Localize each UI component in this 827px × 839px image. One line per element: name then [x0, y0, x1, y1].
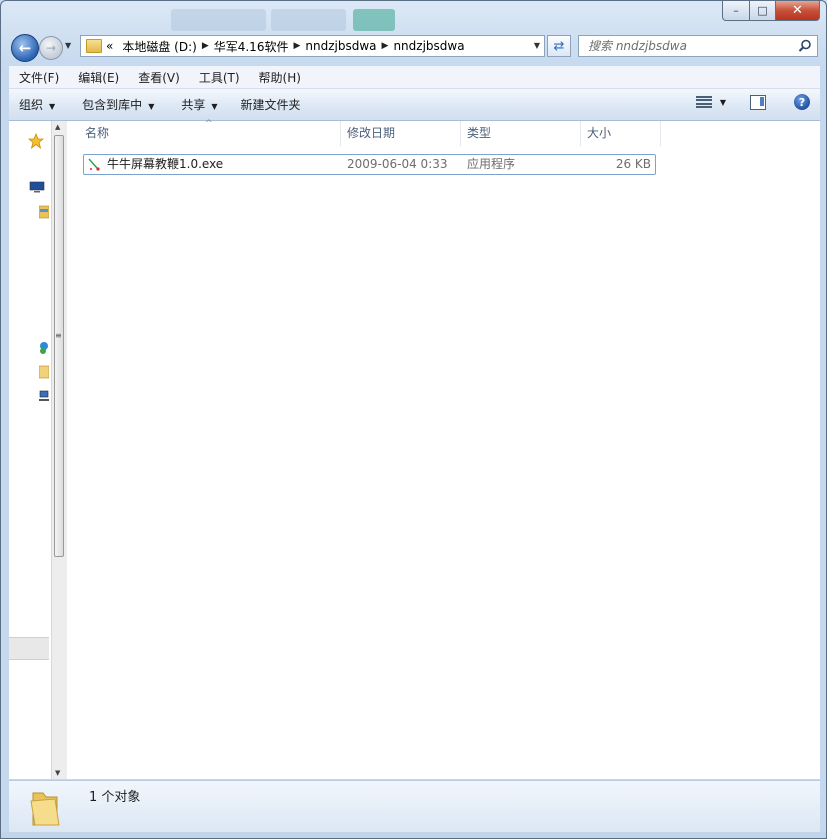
window-bottom-edge: [1, 832, 826, 838]
folder-large-icon: [30, 792, 60, 826]
search-box[interactable]: [578, 35, 818, 57]
column-header-modified[interactable]: 修改日期: [341, 121, 461, 146]
column-header-size[interactable]: 大小: [581, 121, 661, 146]
details-view-icon: [695, 96, 712, 108]
title-bar[interactable]: – □ ✕: [1, 1, 826, 31]
breadcrumb-folder-3[interactable]: nndzjbsdwa: [388, 39, 469, 53]
chevron-down-icon: ▼: [49, 102, 56, 111]
change-view-button[interactable]: ▼: [695, 96, 726, 108]
breadcrumb-drive[interactable]: 本地磁盘 (D:): [117, 38, 201, 55]
chevron-down-icon: ▼: [148, 102, 155, 111]
scroll-up-icon[interactable]: ▲: [55, 123, 60, 131]
navigation-scrollbar[interactable]: ▲ ≡ ▼: [51, 121, 67, 779]
chevron-right-icon[interactable]: ▶: [202, 41, 209, 51]
column-header-type[interactable]: 类型: [461, 121, 581, 146]
recent-pages-dropdown[interactable]: ▼: [65, 41, 71, 50]
favorites-star-icon[interactable]: [28, 133, 44, 149]
details-pane: 1 个对象: [9, 780, 820, 833]
breadcrumb-overflow[interactable]: «: [106, 39, 117, 53]
taskbar-ghost: [171, 9, 266, 31]
menu-file[interactable]: 文件(F): [9, 69, 68, 86]
include-in-library-button[interactable]: 包含到库中 ▼: [72, 96, 163, 113]
organize-button[interactable]: 组织 ▼: [9, 96, 64, 113]
search-input[interactable]: [586, 38, 790, 54]
forward-button[interactable]: →: [39, 36, 63, 60]
taskbar-ghost: [353, 9, 395, 31]
file-modified-date: 2009-06-04 0:33: [347, 157, 448, 171]
help-icon[interactable]: ?: [794, 94, 810, 110]
application-exe-icon: [88, 158, 100, 171]
search-icon[interactable]: [798, 39, 812, 53]
chevron-down-icon: ▼: [211, 102, 218, 111]
breadcrumb-folder-1[interactable]: 华军4.16软件: [209, 38, 294, 55]
new-folder-button[interactable]: 新建文件夹: [231, 96, 310, 113]
file-row[interactable]: 牛牛屏幕教鞭1.0.exe 2009-06-04 0:33 应用程序 26 KB: [83, 154, 656, 175]
minimize-button[interactable]: –: [722, 1, 750, 21]
item-count: 1 个对象: [89, 790, 141, 805]
navigation-pane-divider: [9, 637, 49, 660]
network-icon[interactable]: [39, 389, 49, 403]
include-library-label: 包含到库中: [82, 98, 143, 112]
menu-edit[interactable]: 编辑(E): [68, 69, 128, 86]
file-type: 应用程序: [467, 157, 516, 171]
chevron-right-icon[interactable]: ▶: [382, 41, 389, 51]
refresh-icon: ⇄: [553, 38, 565, 54]
share-button[interactable]: 共享 ▼: [171, 96, 226, 113]
chevron-down-icon[interactable]: ▼: [534, 41, 540, 50]
back-arrow-icon: ←: [18, 39, 32, 57]
explorer-window: – □ ✕ ← → ▼ « 本地磁盘 (D:) ▶ 华军4.16软件 ▶ nnd…: [0, 0, 827, 839]
share-label: 共享: [181, 98, 206, 112]
menu-help[interactable]: 帮助(H): [249, 69, 310, 86]
menu-tools[interactable]: 工具(T): [189, 69, 249, 86]
file-list-pane[interactable]: ^ 名称 修改日期 类型 大小 牛牛屏幕教鞭1.0.exe 2009-06-04…: [67, 119, 820, 779]
navigation-pane: [9, 121, 51, 779]
close-button[interactable]: ✕: [776, 1, 820, 21]
taskbar-ghost: [271, 9, 346, 31]
scroll-down-icon[interactable]: ▼: [55, 769, 60, 777]
preview-pane-icon[interactable]: [750, 94, 766, 110]
folder-icon: [86, 39, 102, 53]
menu-view[interactable]: 查看(V): [128, 69, 189, 86]
desktop-icon[interactable]: [29, 181, 45, 193]
column-header-name[interactable]: 名称: [79, 121, 341, 146]
forward-arrow-icon: →: [45, 41, 57, 55]
chevron-right-icon[interactable]: ▶: [293, 41, 300, 51]
command-bar: 组织 ▼ 包含到库中 ▼ 共享 ▼ 新建文件夹 ▼ ?: [9, 89, 820, 121]
breadcrumb-folder-2[interactable]: nndzjbsdwa: [300, 39, 381, 53]
file-size: 26 KB: [615, 157, 651, 171]
address-bar[interactable]: « 本地磁盘 (D:) ▶ 华军4.16软件 ▶ nndzjbsdwa ▶ nn…: [80, 35, 545, 57]
maximize-button[interactable]: □: [750, 1, 776, 21]
menu-bar: 文件(F) 编辑(E) 查看(V) 工具(T) 帮助(H): [9, 66, 820, 89]
libraries-icon[interactable]: [39, 205, 49, 219]
column-header-row: ^ 名称 修改日期 类型 大小: [67, 119, 661, 146]
computer-folder-icon[interactable]: [39, 365, 49, 379]
homegroup-icon[interactable]: [39, 341, 49, 355]
navigation-bar: ← → ▼ « 本地磁盘 (D:) ▶ 华军4.16软件 ▶ nndzjbsdw…: [1, 31, 826, 63]
back-button[interactable]: ←: [11, 34, 39, 62]
chevron-down-icon: ▼: [719, 97, 726, 107]
file-name[interactable]: 牛牛屏幕教鞭1.0.exe: [107, 155, 223, 174]
scrollbar-thumb[interactable]: [54, 135, 64, 557]
refresh-button[interactable]: ⇄: [547, 35, 571, 57]
scroll-grip-icon: ≡: [55, 331, 62, 340]
organize-label: 组织: [19, 98, 44, 112]
